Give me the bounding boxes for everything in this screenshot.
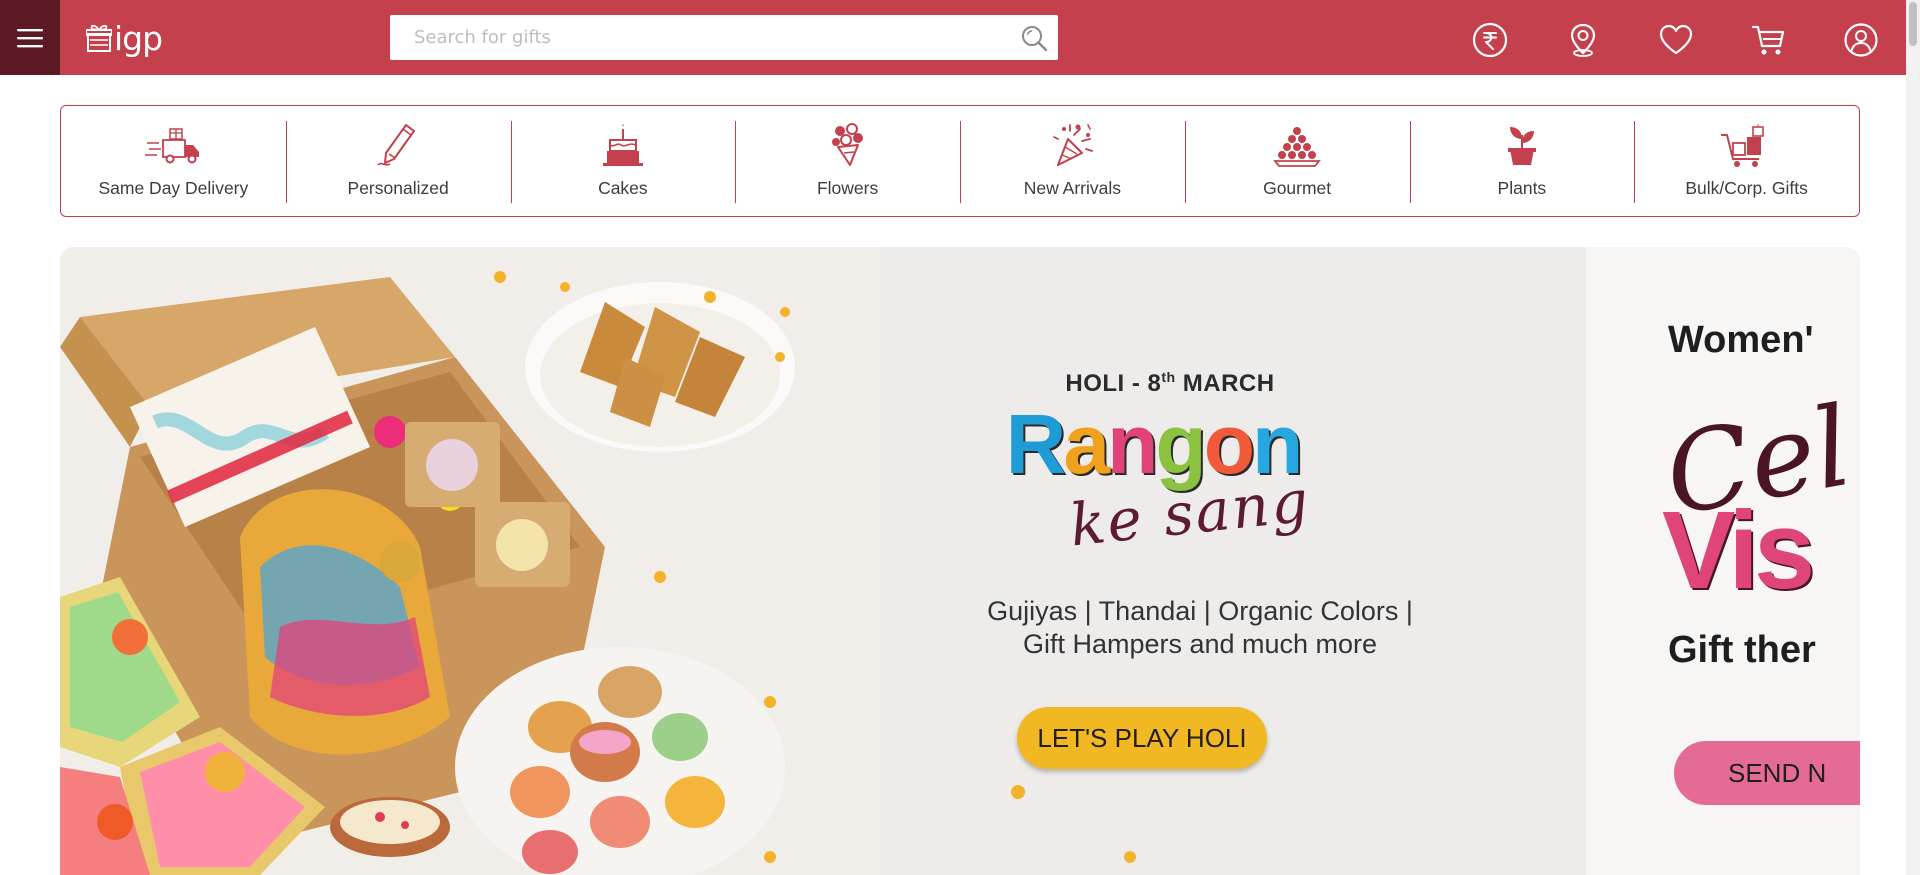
category-label: Personalized — [347, 178, 449, 198]
category-gourmet[interactable]: Gourmet — [1184, 106, 1410, 216]
category-label: New Arrivals — [1023, 178, 1121, 198]
gift-cart-icon — [1720, 124, 1764, 167]
user-account-icon[interactable] — [1843, 22, 1879, 58]
womens-day-banner-slide[interactable]: Women' Cel Vis Gift ther SEND N — [1586, 247, 1860, 875]
page-scrollbar[interactable] — [1906, 0, 1920, 875]
banner-date: HOLI - 8th MARCH — [1065, 369, 1275, 397]
scrollbar-thumb[interactable] — [1909, 2, 1917, 46]
category-flowers[interactable]: Flowers — [735, 106, 960, 216]
category-label: Cakes — [598, 178, 648, 198]
category-nav: Same Day Delivery Personalized Cakes Flo… — [60, 105, 1860, 217]
category-label: Plants — [1497, 178, 1547, 198]
category-cakes[interactable]: Cakes — [510, 106, 736, 216]
sweets-platter-icon — [1273, 127, 1321, 167]
cake-icon — [602, 124, 643, 166]
delivery-truck-icon — [145, 128, 200, 164]
title-letter: n — [1107, 397, 1158, 491]
gift-logo-icon — [86, 24, 112, 52]
banner-subtitle: Gujiyas | Thandai | Organic Colors | Gif… — [920, 595, 1480, 661]
banner-subtitle-line: Gift Hampers and much more — [1022, 629, 1378, 659]
pencil-icon — [377, 124, 416, 166]
title-letter: g — [1155, 397, 1206, 491]
search-icon[interactable] — [1020, 24, 1048, 52]
category-personalized[interactable]: Personalized — [285, 106, 511, 216]
potted-plant-icon — [1507, 127, 1536, 165]
category-label: Bulk/Corp. Gifts — [1685, 178, 1808, 198]
category-label: Gourmet — [1263, 178, 1332, 198]
next-banner-headline: Vis — [1662, 489, 1815, 612]
igp-logo[interactable]: igp — [86, 18, 163, 58]
category-bulk-corp-gifts[interactable]: Bulk/Corp. Gifts — [1634, 106, 1859, 216]
holi-gift-hamper-image — [60, 247, 880, 875]
banner-subtitle-line: Gujiyas | Thandai | Organic Colors | — [987, 596, 1413, 626]
cart-icon[interactable] — [1751, 22, 1787, 58]
bouquet-icon — [831, 123, 863, 166]
lets-play-holi-button[interactable]: LET'S PLAY HOLI — [1017, 707, 1267, 769]
next-banner-subtitle: Gift ther — [1668, 629, 1816, 671]
menu-icon — [17, 28, 43, 47]
logo-text: igp — [114, 18, 163, 58]
category-same-day-delivery[interactable]: Same Day Delivery — [61, 106, 286, 216]
title-letter: R — [1005, 397, 1067, 491]
hero-carousel[interactable]: HOLI - 8th MARCH Rangon ke sang Gujiyas … — [60, 247, 1860, 875]
menu-button[interactable] — [0, 0, 60, 75]
category-plants[interactable]: Plants — [1409, 106, 1635, 216]
flower-petal-decoration-icon — [1011, 750, 1197, 863]
category-label: Same Day Delivery — [98, 178, 249, 198]
holi-banner-slide[interactable]: HOLI - 8th MARCH Rangon ke sang Gujiyas … — [60, 247, 1586, 875]
top-header: igp — [0, 0, 1906, 75]
search-box — [390, 15, 1058, 60]
party-popper-icon — [1053, 124, 1094, 166]
search-input[interactable] — [390, 15, 1058, 60]
category-new-arrivals[interactable]: New Arrivals — [960, 106, 1185, 216]
category-label: Flowers — [816, 178, 879, 198]
location-pin-icon[interactable] — [1565, 22, 1601, 58]
currency-rupee-icon[interactable] — [1472, 22, 1508, 58]
title-letter: a — [1063, 397, 1110, 491]
heart-icon[interactable] — [1658, 22, 1694, 58]
send-now-button[interactable]: SEND N — [1674, 741, 1860, 805]
next-banner-title: Women' — [1668, 319, 1814, 361]
